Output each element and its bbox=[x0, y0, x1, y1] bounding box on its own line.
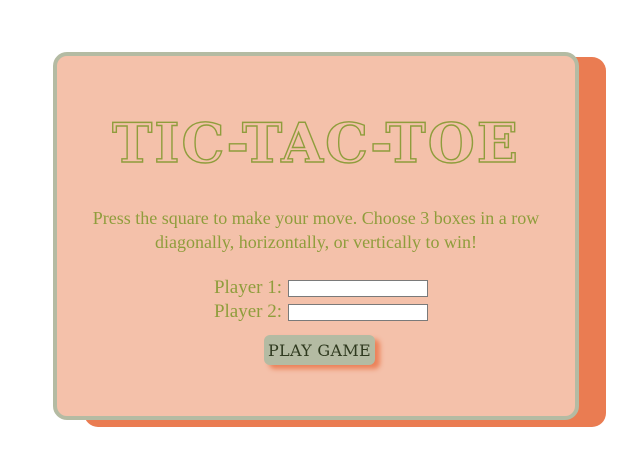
player1-label: Player 1: bbox=[213, 277, 283, 298]
player2-label: Player 2: bbox=[213, 301, 283, 322]
game-title: TIC-TAC-TOE bbox=[111, 111, 520, 175]
player1-row: Player 1: bbox=[67, 276, 575, 300]
play-game-button[interactable]: PLAY GAME bbox=[264, 335, 375, 365]
game-setup-card: TIC-TAC-TOE Press the square to make you… bbox=[53, 52, 579, 420]
player2-input[interactable] bbox=[288, 303, 429, 321]
game-instructions: Press the square to make your move. Choo… bbox=[92, 208, 540, 252]
player2-row: Player 2: bbox=[67, 300, 575, 324]
player1-input[interactable] bbox=[288, 279, 429, 297]
player-name-form: Player 1: Player 2: bbox=[57, 276, 575, 324]
